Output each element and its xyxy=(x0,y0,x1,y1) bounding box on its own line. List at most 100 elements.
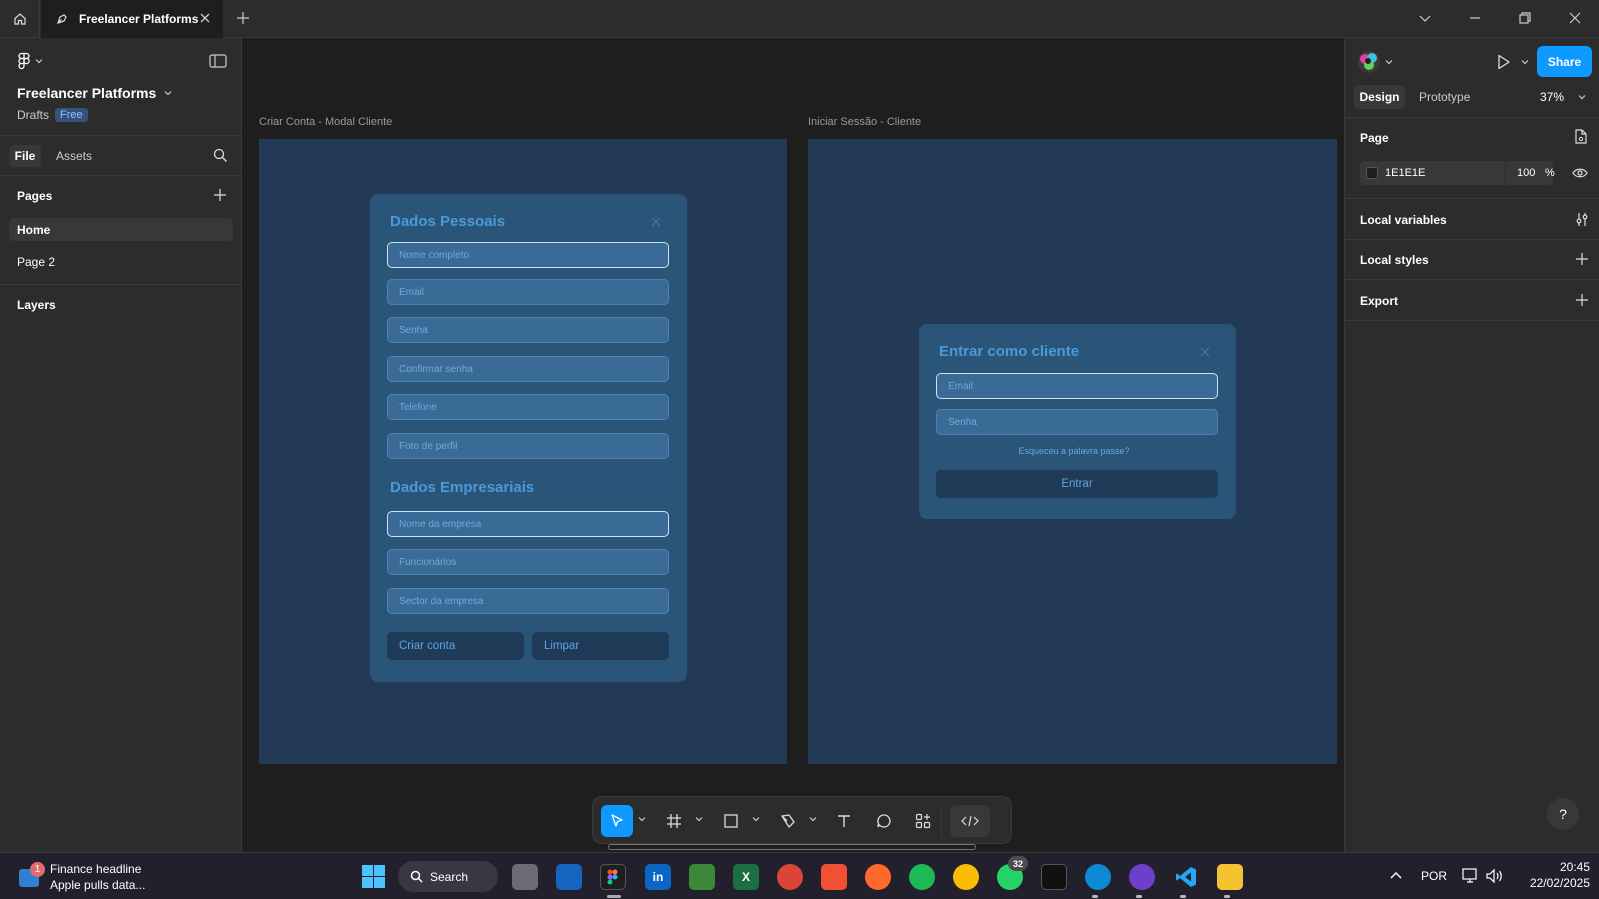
file-explorer-icon[interactable] xyxy=(1217,864,1243,890)
share-button[interactable]: Share xyxy=(1537,46,1592,77)
eye-icon[interactable] xyxy=(1572,167,1588,179)
news-widget[interactable]: Finance headline Apple pulls data... xyxy=(50,861,145,893)
git-icon[interactable] xyxy=(821,864,847,890)
export-heading[interactable]: Export xyxy=(1360,294,1398,308)
chevron-down-icon[interactable] xyxy=(695,815,703,823)
page-color-hex[interactable]: 1E1E1E xyxy=(1385,167,1425,179)
postman-icon[interactable] xyxy=(865,864,891,890)
toggle-sidebar-icon[interactable] xyxy=(209,54,227,68)
move-tool[interactable] xyxy=(601,805,633,837)
add-style-icon[interactable] xyxy=(1576,253,1588,265)
chevron-down-icon[interactable] xyxy=(809,815,817,823)
close-icon[interactable] xyxy=(651,217,661,227)
volume-icon[interactable] xyxy=(1486,868,1504,884)
phone-field[interactable]: Telefone xyxy=(387,394,669,420)
taskbar-search[interactable]: Search xyxy=(398,861,498,892)
comment-tool[interactable] xyxy=(868,805,900,837)
page-color-field[interactable]: 1E1E1E 100 % xyxy=(1360,161,1555,185)
search-icon[interactable] xyxy=(213,148,228,163)
local-styles-heading[interactable]: Local styles xyxy=(1360,253,1429,267)
file-name[interactable]: Freelancer Platforms xyxy=(17,85,172,101)
email-field[interactable]: Email xyxy=(387,279,669,305)
login-submit-button[interactable]: Entrar xyxy=(936,470,1218,498)
framer-icon[interactable] xyxy=(556,864,582,890)
network-icon[interactable] xyxy=(1462,868,1480,884)
frame-signup[interactable]: Dados Pessoais Nome completo Email Senha… xyxy=(259,139,787,764)
tab-prototype[interactable]: Prototype xyxy=(1419,90,1470,104)
help-button[interactable]: ? xyxy=(1547,798,1579,830)
close-tab-icon[interactable] xyxy=(199,12,211,24)
page-settings-icon[interactable] xyxy=(1574,129,1588,144)
page-opacity-value[interactable]: 100 xyxy=(1517,167,1535,179)
canvas[interactable]: Criar Conta - Modal Cliente Iniciar Sess… xyxy=(242,38,1344,852)
variables-icon[interactable] xyxy=(1575,212,1589,227)
tab-file[interactable]: File xyxy=(9,145,41,167)
news-widget-icon[interactable]: 1 xyxy=(19,862,45,887)
page-item-home[interactable]: Home xyxy=(9,218,233,241)
avatar-menu[interactable] xyxy=(1357,50,1393,74)
frame-tool[interactable] xyxy=(658,805,690,837)
chevron-up-icon[interactable] xyxy=(1390,871,1402,879)
frame-label-signup[interactable]: Criar Conta - Modal Cliente xyxy=(259,116,392,128)
add-page-icon[interactable] xyxy=(214,189,226,201)
dev-mode-toggle[interactable] xyxy=(950,805,990,837)
clear-button[interactable]: Limpar xyxy=(532,632,669,660)
vscode-icon[interactable] xyxy=(1173,864,1199,890)
linkedin-icon[interactable]: in xyxy=(645,864,671,890)
full-name-field[interactable]: Nome completo xyxy=(387,242,669,268)
start-button[interactable] xyxy=(362,865,385,888)
close-window-icon[interactable] xyxy=(1568,11,1582,25)
edge-icon[interactable] xyxy=(1085,864,1111,890)
page-item-page-2[interactable]: Page 2 xyxy=(17,255,55,269)
zoom-control[interactable]: 37% xyxy=(1540,90,1586,104)
spotify-icon[interactable] xyxy=(909,864,935,890)
company-name-field[interactable]: Nome da empresa xyxy=(387,511,669,537)
local-variables-heading[interactable]: Local variables xyxy=(1360,213,1447,227)
pen-icon xyxy=(781,814,795,828)
play-icon[interactable] xyxy=(1497,54,1511,70)
restore-icon[interactable] xyxy=(1518,11,1532,25)
text-tool[interactable] xyxy=(828,805,860,837)
frame-login[interactable]: Entrar como cliente Email Senha Esqueceu… xyxy=(808,139,1337,764)
whatsapp-icon[interactable]: 32 xyxy=(997,856,1028,890)
file-tab[interactable]: Freelancer Platforms xyxy=(41,0,223,38)
company-sector-field[interactable]: Sector da empresa xyxy=(387,588,669,614)
color-swatch[interactable] xyxy=(1366,167,1378,179)
horizontal-scrollbar[interactable] xyxy=(608,844,976,850)
frame-label-login[interactable]: Iniciar Sessão - Cliente xyxy=(808,116,921,128)
forgot-password-link[interactable]: Esqueceu a palavra passe? xyxy=(919,446,1229,456)
language-indicator[interactable]: POR xyxy=(1421,869,1447,883)
github-desktop-icon[interactable] xyxy=(1129,864,1155,890)
create-account-button[interactable]: Criar conta xyxy=(387,632,524,660)
new-tab-icon[interactable] xyxy=(236,11,250,25)
chrome-dev-icon[interactable] xyxy=(777,864,803,890)
nodejs-icon[interactable] xyxy=(689,864,715,890)
minimize-icon[interactable] xyxy=(1468,11,1482,25)
excel-icon[interactable]: X xyxy=(733,864,759,890)
task-view-icon[interactable] xyxy=(512,864,538,890)
home-button[interactable] xyxy=(0,0,40,38)
add-export-icon[interactable] xyxy=(1576,294,1588,306)
rectangle-tool[interactable] xyxy=(715,805,747,837)
employees-field[interactable]: Funcionários xyxy=(387,549,669,575)
login-email-field[interactable]: Email xyxy=(936,373,1218,399)
chevron-down-icon[interactable] xyxy=(752,815,760,823)
chevron-down-icon[interactable] xyxy=(638,815,646,823)
actions-tool[interactable] xyxy=(907,805,939,837)
unity-icon[interactable] xyxy=(1041,864,1067,890)
close-icon[interactable] xyxy=(1200,347,1210,357)
chrome-icon[interactable] xyxy=(953,864,979,890)
drafts-label[interactable]: Drafts xyxy=(17,108,49,122)
clock[interactable]: 20:45 22/02/2025 xyxy=(1510,859,1590,891)
password-field[interactable]: Senha xyxy=(387,317,669,343)
confirm-password-field[interactable]: Confirmar senha xyxy=(387,356,669,382)
tab-assets[interactable]: Assets xyxy=(56,149,92,163)
chevron-down-icon[interactable] xyxy=(1521,58,1529,66)
profile-photo-field[interactable]: Foto de perfil xyxy=(387,433,669,459)
pen-tool[interactable] xyxy=(772,805,804,837)
chevron-down-icon[interactable] xyxy=(1418,11,1432,25)
login-password-field[interactable]: Senha xyxy=(936,409,1218,435)
main-menu-button[interactable] xyxy=(17,52,43,70)
tab-design[interactable]: Design xyxy=(1354,85,1405,109)
figma-app-icon[interactable] xyxy=(600,864,626,890)
